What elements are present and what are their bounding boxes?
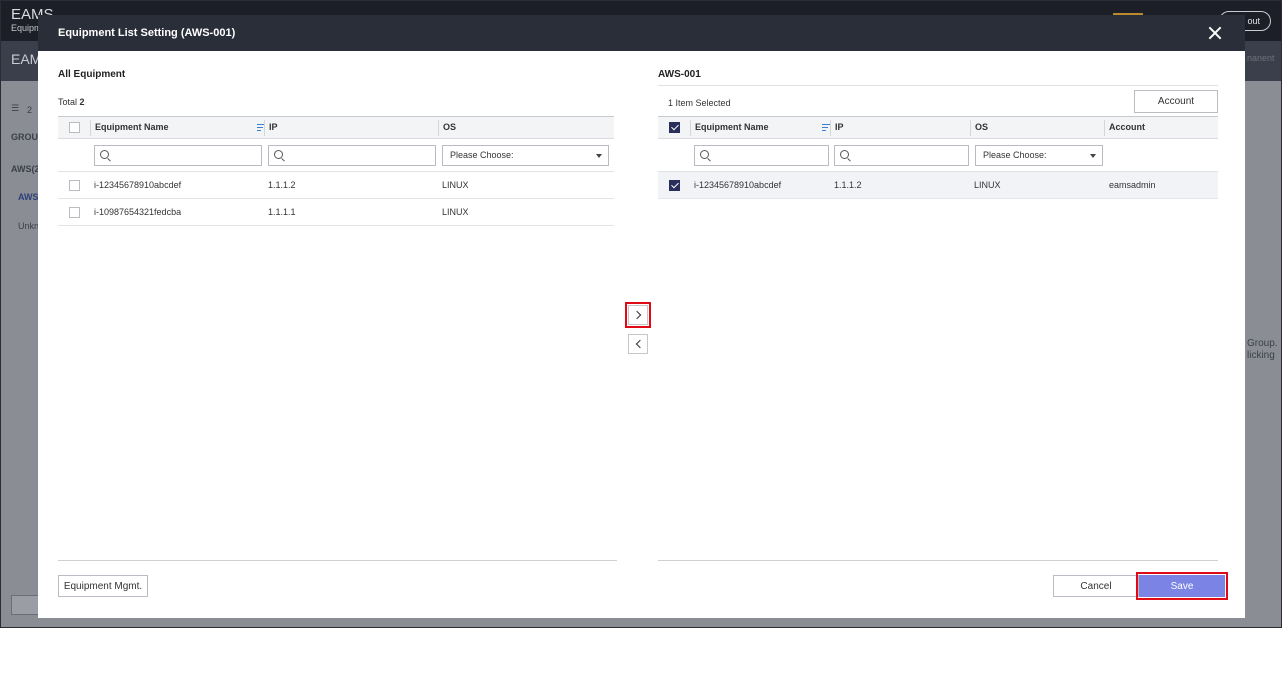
- sort-icon[interactable]: [822, 124, 830, 132]
- search-icon: [100, 150, 109, 159]
- left-filter-row: Please Choose:: [58, 140, 614, 172]
- account-button[interactable]: Account: [1134, 90, 1218, 113]
- ip-cell: 1.1.1.1: [268, 207, 296, 217]
- equipment-name-cell: i-10987654321fedcba: [94, 207, 182, 217]
- right-filter-row: Please Choose:: [658, 140, 1218, 172]
- ip-cell: 1.1.1.2: [834, 180, 862, 190]
- column-ip[interactable]: IP: [269, 122, 278, 132]
- left-grid-header: Equipment Name IP OS: [58, 116, 614, 139]
- select-all-checkbox[interactable]: [69, 122, 80, 133]
- chevron-right-icon: [632, 310, 642, 320]
- hint-text-line1: Group.: [1247, 338, 1278, 349]
- column-equipment-name[interactable]: Equipment Name: [95, 122, 169, 132]
- caret-down-icon: [1090, 154, 1096, 158]
- column-os[interactable]: OS: [443, 122, 456, 132]
- right-footer-divider: [658, 560, 1218, 561]
- ip-search-input[interactable]: [834, 145, 969, 166]
- selected-count-text: 1 Item Selected: [668, 98, 731, 108]
- equipment-name-search-input[interactable]: [94, 145, 262, 166]
- right-grid-header: Equipment Name IP OS Account: [658, 116, 1218, 139]
- os-filter-select[interactable]: Please Choose:: [442, 145, 609, 166]
- table-row[interactable]: i-12345678910abcdef 1.1.1.2 LINUX: [58, 172, 614, 199]
- column-ip[interactable]: IP: [835, 122, 844, 132]
- background-bottom-button[interactable]: [11, 595, 41, 615]
- search-icon: [840, 150, 849, 159]
- os-filter-select[interactable]: Please Choose:: [975, 145, 1103, 166]
- save-button[interactable]: Save: [1136, 572, 1228, 600]
- equipment-name-cell: i-12345678910abcdef: [94, 180, 182, 190]
- row-checkbox[interactable]: [669, 180, 680, 191]
- dialog-header: Equipment List Setting (AWS-001): [38, 15, 1245, 51]
- table-row[interactable]: i-10987654321fedcba 1.1.1.1 LINUX: [58, 199, 614, 226]
- os-cell: LINUX: [442, 180, 469, 190]
- equipment-mgmt-button[interactable]: Equipment Mgmt.: [58, 575, 148, 597]
- tree-unknown[interactable]: Unkn: [18, 221, 39, 231]
- aws-group-title: AWS-001: [658, 69, 701, 80]
- total-count-text: Total 2: [58, 97, 85, 107]
- os-cell: LINUX: [974, 180, 1001, 190]
- column-equipment-name[interactable]: Equipment Name: [695, 122, 769, 132]
- os-cell: LINUX: [442, 207, 469, 217]
- dialog-title: Equipment List Setting (AWS-001): [58, 27, 236, 39]
- search-icon: [700, 150, 709, 159]
- chevron-left-icon: [635, 339, 645, 349]
- group-count: 2: [27, 105, 33, 115]
- equipment-name-search-input[interactable]: [694, 145, 829, 166]
- search-icon: [274, 150, 283, 159]
- list-icon: ☰: [11, 103, 20, 113]
- column-account[interactable]: Account: [1109, 122, 1145, 132]
- right-toolbar: 1 Item Selected Account: [658, 85, 1218, 116]
- table-row[interactable]: i-12345678910abcdef 1.1.1.2 LINUX eamsad…: [658, 172, 1218, 199]
- equipment-list-dialog: Equipment List Setting (AWS-001) All Equ…: [38, 15, 1245, 618]
- move-right-button[interactable]: [625, 302, 651, 328]
- account-cell: eamsadmin: [1109, 180, 1156, 190]
- app-logo-subtitle: Equipm: [11, 23, 42, 33]
- ip-search-input[interactable]: [268, 145, 436, 166]
- select-all-checkbox[interactable]: [669, 122, 680, 133]
- all-equipment-title: All Equipment: [58, 69, 126, 80]
- column-os[interactable]: OS: [975, 122, 988, 132]
- cancel-button[interactable]: Cancel: [1053, 575, 1139, 597]
- caret-down-icon: [596, 154, 602, 158]
- row-checkbox[interactable]: [69, 207, 80, 218]
- close-icon[interactable]: [1206, 24, 1224, 42]
- hint-text-line2: licking: [1247, 350, 1275, 361]
- os-filter-value: Please Choose:: [450, 150, 514, 160]
- app-ticker-text: nanent: [1247, 53, 1275, 63]
- equipment-name-cell: i-12345678910abcdef: [694, 180, 782, 190]
- move-left-button[interactable]: [628, 334, 648, 354]
- row-checkbox[interactable]: [69, 180, 80, 191]
- os-filter-value: Please Choose:: [983, 150, 1047, 160]
- left-footer-divider: [58, 560, 617, 561]
- ip-cell: 1.1.1.2: [268, 180, 296, 190]
